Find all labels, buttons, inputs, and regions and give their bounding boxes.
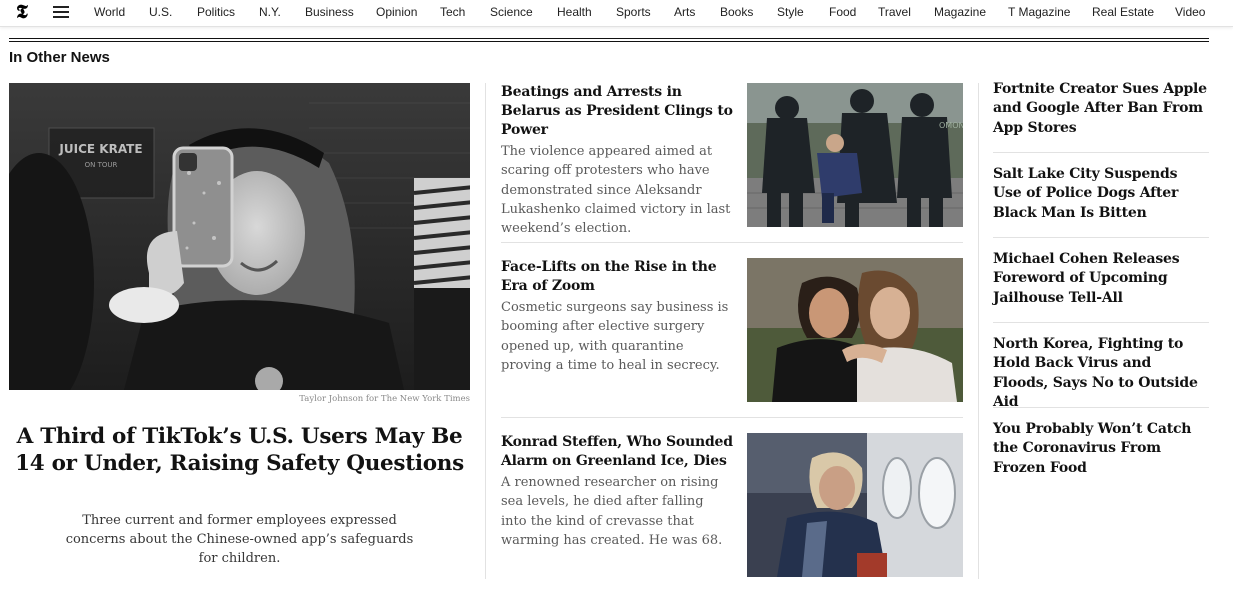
right-story-2-headline[interactable]: Salt Lake City Suspends Use of Police Do… <box>993 165 1209 223</box>
right-separator-3 <box>993 322 1209 323</box>
middle-story-1-photo[interactable]: OMON <box>747 83 963 227</box>
nav-link-business[interactable]: Business <box>305 5 354 19</box>
right-story-4-headline[interactable]: North Korea, Fighting to Hold Back Virus… <box>993 335 1209 413</box>
middle-story-3-headline[interactable]: Konrad Steffen, Who Sounded Alarm on Gre… <box>501 433 733 471</box>
middle-story-1-summary: The violence appeared aimed at scaring o… <box>501 144 731 237</box>
lead-photo-credit: Taylor Johnson for The New York Times <box>299 394 470 404</box>
hamburger-menu-icon[interactable] <box>53 6 69 18</box>
lead-story-photo[interactable]: JUICE KRATE ON TOUR <box>9 83 470 390</box>
nav-link-video[interactable]: Video <box>1175 5 1205 19</box>
nyt-logo-icon[interactable]: 𝕿 <box>12 1 32 23</box>
section-double-rule-lower <box>9 41 1209 42</box>
nav-link-health[interactable]: Health <box>557 5 592 19</box>
right-story-1-headline[interactable]: Fortnite Creator Sues Apple and Google A… <box>993 80 1209 138</box>
nav-link-travel[interactable]: Travel <box>878 5 911 19</box>
lead-photo-illustration: JUICE KRATE ON TOUR <box>9 83 470 390</box>
nav-link-science[interactable]: Science <box>490 5 533 19</box>
right-separator-1 <box>993 152 1209 153</box>
nav-link-ny[interactable]: N.Y. <box>259 5 281 19</box>
nav-link-politics[interactable]: Politics <box>197 5 235 19</box>
middle-separator-1 <box>501 242 963 243</box>
middle-separator-2 <box>501 417 963 418</box>
nav-link-opinion[interactable]: Opinion <box>376 5 417 19</box>
right-separator-4 <box>993 407 1209 408</box>
lead-story-summary: Three current and former employees expre… <box>65 513 414 566</box>
right-separator-2 <box>993 237 1209 238</box>
right-story-5-headline[interactable]: You Probably Won’t Catch the Coronavirus… <box>993 420 1209 478</box>
section-double-rule <box>9 38 1209 39</box>
top-navigation-bar: 𝕿 World U.S. Politics N.Y. Business Opin… <box>0 0 1233 27</box>
nav-link-food[interactable]: Food <box>829 5 856 19</box>
nav-link-arts[interactable]: Arts <box>674 5 695 19</box>
sign-text: JUICE KRATE <box>58 142 142 156</box>
nav-link-magazine[interactable]: Magazine <box>934 5 986 19</box>
nav-link-real-estate[interactable]: Real Estate <box>1092 5 1154 19</box>
middle-story-3-photo[interactable] <box>747 433 963 577</box>
nav-link-world[interactable]: World <box>94 5 125 19</box>
nav-link-us[interactable]: U.S. <box>149 5 172 19</box>
column-divider-right <box>978 83 979 579</box>
section-title[interactable]: In Other News <box>9 49 110 66</box>
nav-link-books[interactable]: Books <box>720 5 753 19</box>
middle-story-2-headline[interactable]: Face-Lifts on the Rise in the Era of Zoo… <box>501 258 733 296</box>
svg-text:OMON: OMON <box>939 121 963 130</box>
nav-link-tech[interactable]: Tech <box>440 5 465 19</box>
nav-link-style[interactable]: Style <box>777 5 804 19</box>
lead-story-headline[interactable]: A Third of TikTok’s U.S. Users May Be 14… <box>9 423 470 477</box>
middle-story-2-summary: Cosmetic surgeons say business is boomin… <box>501 300 729 373</box>
nav-link-t-magazine[interactable]: T Magazine <box>1008 5 1070 19</box>
middle-story-1-headline[interactable]: Beatings and Arrests in Belarus as Presi… <box>501 83 733 140</box>
right-story-3-headline[interactable]: Michael Cohen Releases Foreword of Upcom… <box>993 250 1209 308</box>
middle-story-3-summary: A renowned researcher on rising sea leve… <box>501 475 723 548</box>
nav-link-sports[interactable]: Sports <box>616 5 651 19</box>
column-divider-left <box>485 83 486 579</box>
sign-subtext: ON TOUR <box>85 161 118 169</box>
middle-story-2-photo[interactable] <box>747 258 963 402</box>
